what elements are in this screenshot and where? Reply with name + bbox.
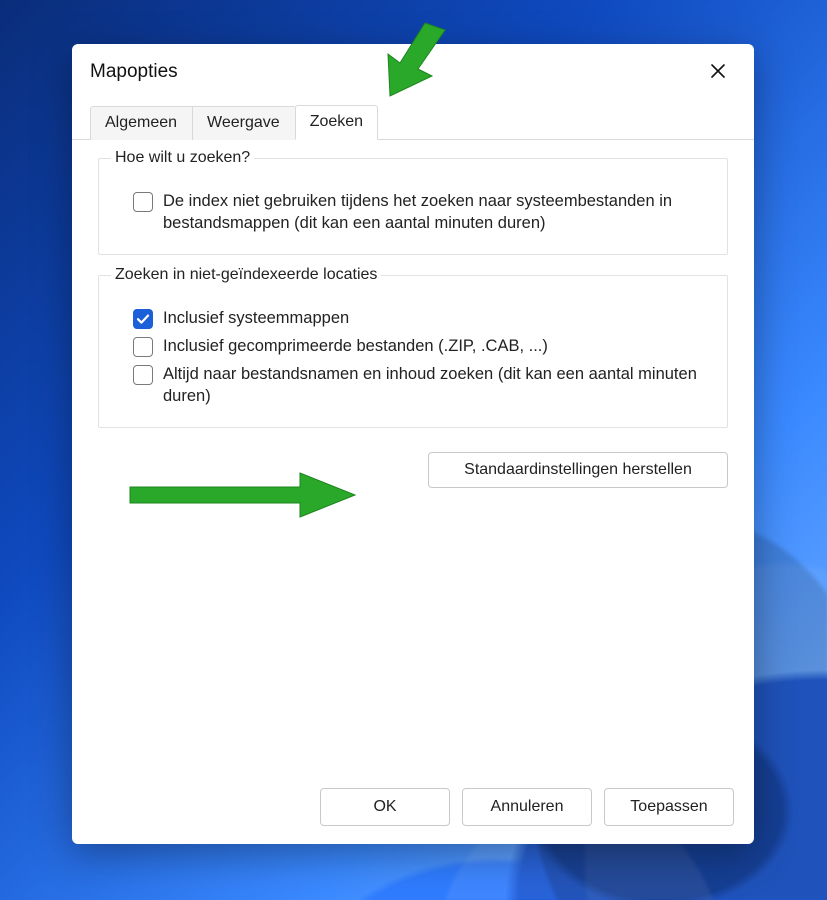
group-how-to-search-legend: Hoe wilt u zoeken? [111,149,254,167]
dialog-footer: OK Annuleren Toepassen [72,774,754,844]
checkbox-compressed[interactable] [133,337,153,357]
label-system-folders: Inclusief systeemmappen [163,307,349,329]
close-button[interactable] [700,58,736,86]
label-no-index: De index niet gebruiken tijdens het zoek… [163,190,703,235]
group-non-indexed-legend: Zoeken in niet-geïndexeerde locaties [111,266,381,284]
group-non-indexed: Zoeken in niet-geïndexeerde locaties Inc… [98,275,728,428]
tab-general[interactable]: Algemeen [90,106,192,140]
desktop-background: Mapopties Algemeen Weergave Zoeken Hoe w… [0,0,827,900]
cancel-button[interactable]: Annuleren [462,788,592,826]
option-system-folders: Inclusief systeemmappen [113,304,713,332]
option-always-names: Altijd naar bestandsnamen en inhoud zoek… [113,360,713,411]
ok-button[interactable]: OK [320,788,450,826]
checkbox-no-index[interactable] [133,192,153,212]
option-no-index: De index niet gebruiken tijdens het zoek… [113,187,713,238]
dialog-titlebar: Mapopties [72,44,754,94]
dialog-title: Mapopties [90,61,178,83]
close-icon [711,64,725,81]
checkbox-always-names[interactable] [133,365,153,385]
search-panel: Hoe wilt u zoeken? De index niet gebruik… [72,140,754,774]
group-how-to-search: Hoe wilt u zoeken? De index niet gebruik… [98,158,728,255]
restore-defaults-button[interactable]: Standaardinstellingen herstellen [428,452,728,488]
apply-button[interactable]: Toepassen [604,788,734,826]
restore-row: Standaardinstellingen herstellen [98,448,728,488]
tab-view[interactable]: Weergave [192,106,295,140]
label-compressed: Inclusief gecomprimeerde bestanden (.ZIP… [163,335,548,357]
checkbox-system-folders[interactable] [133,309,153,329]
folder-options-dialog: Mapopties Algemeen Weergave Zoeken Hoe w… [72,44,754,844]
option-compressed: Inclusief gecomprimeerde bestanden (.ZIP… [113,332,713,360]
label-always-names: Altijd naar bestandsnamen en inhoud zoek… [163,363,703,408]
tab-strip: Algemeen Weergave Zoeken [72,104,754,140]
tab-search[interactable]: Zoeken [295,105,378,140]
